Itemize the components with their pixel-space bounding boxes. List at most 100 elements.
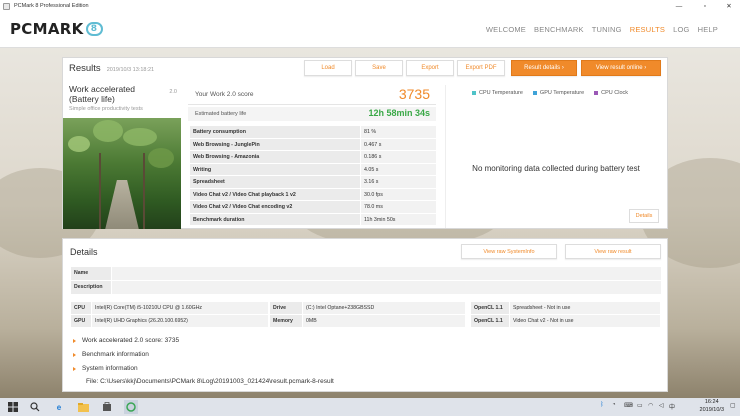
metric-row: Web Browsing - JunglePin 0.467 s (190, 138, 436, 151)
metric-row: Benchmark duration 11h 3min 50s (190, 213, 436, 226)
test-subtitle: Simple office productivity tests (69, 106, 143, 112)
wifi-icon[interactable]: ◠ (648, 402, 653, 409)
legend-label: CPU Clock (601, 90, 629, 96)
app-header: PCMARK 8 WELCOME BENCHMARK TUNING RESULT… (0, 12, 740, 48)
view-raw-systeminfo-button[interactable]: View raw SystemInfo (461, 244, 557, 259)
results-panel: Results 2019/10/3 13:18:21 Load Save Exp… (62, 57, 668, 229)
logo-text: PCMARK (10, 20, 84, 38)
monitor-details-button[interactable]: Details (629, 209, 659, 223)
save-button[interactable]: Save (355, 60, 403, 76)
test-image (63, 118, 181, 229)
maximize-button[interactable]: ▫ (696, 0, 714, 12)
minimize-button[interactable]: — (670, 0, 688, 12)
load-button[interactable]: Load (304, 60, 352, 76)
details-panel: Details View raw SystemInfo View raw res… (62, 238, 668, 392)
metric-name: Web Browsing - JunglePin (190, 138, 360, 150)
legend-label: CPU Temperature (479, 90, 523, 96)
taskbar-clock[interactable]: 16:24 2019/10/3 (700, 399, 724, 414)
gpu-row: GPU Intel(R) UHD Graphics (26.20.100.695… (71, 315, 268, 327)
expand-arrow-icon (73, 338, 76, 343)
legend-gpu-temperature[interactable]: GPU Temperature (532, 90, 584, 96)
export-button[interactable]: Export (406, 60, 454, 76)
metric-row: Web Browsing - Amazonia 0.186 s (190, 151, 436, 164)
opencl-value: Spreadsheet - Not in use (510, 302, 660, 314)
expander-system-information[interactable]: System information (73, 365, 138, 372)
notification-icon[interactable]: ▢ (730, 402, 736, 409)
cpu-label: CPU (71, 302, 91, 314)
volume-icon[interactable]: ◁ (659, 402, 664, 409)
search-icon[interactable] (28, 400, 42, 414)
pcmark-taskbar-icon[interactable] (124, 400, 138, 414)
expand-arrow-icon (73, 352, 76, 357)
metrics-table: Battery consumption 81 % Web Browsing - J… (190, 126, 436, 226)
view-raw-result-button[interactable]: View raw result (565, 244, 661, 259)
nav-welcome[interactable]: WELCOME (486, 25, 526, 34)
test-name: Work accelerated (Battery life) (69, 84, 135, 104)
metric-name: Spreadsheet (190, 176, 360, 188)
name-value[interactable] (112, 267, 661, 280)
results-title: Results (69, 63, 101, 74)
cpu-row: CPU Intel(R) Core(TM) i5-10210U CPU @ 1.… (71, 302, 268, 314)
monitoring-legend: CPU Temperature GPU Temperature CPU Cloc… (472, 90, 628, 96)
store-icon[interactable] (100, 400, 114, 414)
description-value[interactable] (112, 281, 661, 294)
nav-log[interactable]: LOG (673, 25, 689, 34)
keyboard-icon[interactable]: ⌨ (624, 402, 633, 409)
expand-arrow-icon (73, 366, 76, 371)
gpu-label: GPU (71, 315, 91, 327)
metric-value: 78.0 ms (361, 201, 436, 213)
test-version: 2.0 (169, 89, 177, 95)
name-label: Name (71, 267, 111, 280)
metric-row: Battery consumption 81 % (190, 126, 436, 139)
expander-benchmark-information[interactable]: Benchmark information (73, 351, 149, 358)
battery-icon[interactable]: ▭ (637, 402, 643, 409)
result-file-path: File: C:\Users\kkj\Documents\PCMark 8\Lo… (86, 378, 334, 385)
logo-version: 8 (85, 22, 103, 36)
bluetooth-icon[interactable]: ᛒ (600, 402, 604, 408)
main-nav: WELCOME BENCHMARK TUNING RESULTS LOG HEL… (486, 25, 718, 34)
nav-benchmark[interactable]: BENCHMARK (534, 25, 584, 34)
nav-tuning[interactable]: TUNING (592, 25, 622, 34)
metric-row: Video Chat v2 / Video Chat playback 1 v2… (190, 188, 436, 201)
opencl-label: OpenCL 1.1 (471, 302, 509, 314)
close-button[interactable]: ✕ (720, 0, 738, 12)
legend-cpu-temperature[interactable]: CPU Temperature (472, 90, 523, 96)
expander-label: Benchmark information (82, 351, 149, 358)
metric-row: Writing 4.05 s (190, 163, 436, 176)
network-icon[interactable]: ◔ (612, 402, 616, 408)
metric-value: 11h 3min 50s (361, 213, 436, 225)
metric-value: 0.186 s (361, 151, 436, 163)
score-value: 3735 (398, 86, 430, 102)
drive-row: Drive (C:) Intel Optane+238GBSSD (270, 302, 465, 314)
clock-time: 16:24 (704, 399, 719, 405)
metric-name: Web Browsing - Amazonia (190, 151, 360, 163)
edge-browser-icon[interactable]: e (52, 400, 66, 414)
pcmark-logo: PCMARK 8 (10, 20, 103, 38)
nav-help[interactable]: HELP (698, 25, 718, 34)
legend-cpu-clock[interactable]: CPU Clock (594, 90, 628, 96)
file-explorer-icon[interactable] (76, 400, 90, 414)
result-details-button[interactable]: Result details › (511, 60, 577, 76)
opencl-label: OpenCL 1.1 (471, 315, 509, 327)
expander-score[interactable]: Work accelerated 2.0 score: 3735 (73, 337, 179, 344)
test-card: Work accelerated (Battery life) 2.0 Simp… (63, 82, 181, 229)
legend-swatch (472, 91, 476, 95)
window-titlebar: PCMark 8 Professional Edition — ▫ ✕ (0, 0, 740, 12)
clock-date: 2019/10/3 (699, 406, 724, 413)
metric-value: 81 % (361, 126, 436, 138)
no-monitoring-message: No monitoring data collected during batt… (472, 164, 640, 173)
metric-value: 4.05 s (361, 163, 436, 175)
metric-name: Writing (190, 163, 360, 175)
metric-value: 3.16 s (361, 176, 436, 188)
description-label: Description (71, 281, 111, 294)
description-row: Description (71, 281, 661, 294)
metric-name: Video Chat v2 / Video Chat playback 1 v2 (190, 188, 360, 200)
ime-indicator[interactable]: 中 (669, 402, 675, 411)
battery-life-label: Estimated battery life (195, 111, 247, 117)
view-result-online-button[interactable]: View result online › (581, 60, 661, 76)
battery-life-row: Estimated battery life 12h 58min 34s (188, 107, 436, 121)
start-button[interactable] (6, 400, 20, 414)
export-pdf-button[interactable]: Export PDF (457, 60, 505, 76)
drive-label: Drive (270, 302, 302, 314)
nav-results[interactable]: RESULTS (630, 25, 665, 34)
